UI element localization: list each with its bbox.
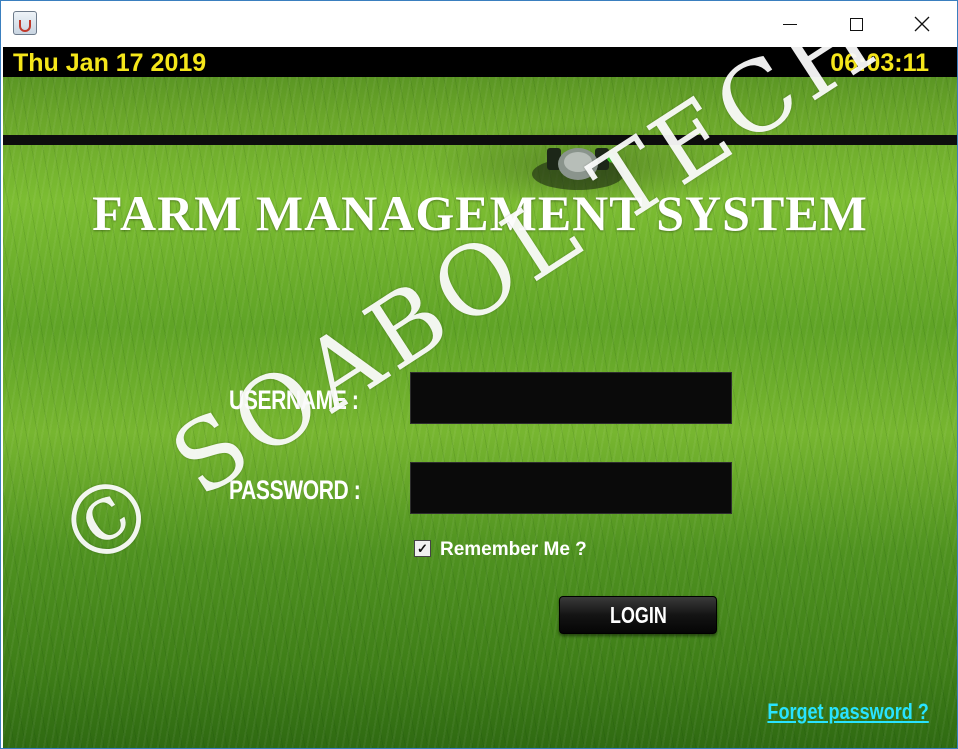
password-field[interactable] [410, 462, 732, 514]
header-divider [3, 135, 957, 145]
app-title: FARM MANAGEMENT SYSTEM [92, 185, 868, 241]
login-button-label: LOGIN [609, 601, 667, 628]
checkmark-icon: ✓ [417, 541, 428, 556]
tractor-image [532, 148, 624, 190]
date-label: Thu Jan 17 2019 [13, 49, 207, 77]
forgot-password-link[interactable]: Forget password ? [768, 699, 929, 725]
remember-me-label[interactable]: Remember Me ? [440, 539, 587, 561]
login-window: Thu Jan 17 2019 06:03:11 FARM MANAGEMENT… [0, 0, 958, 749]
minimize-button[interactable] [757, 1, 823, 47]
date-time-bar: Thu Jan 17 2019 06:03:11 [3, 47, 957, 77]
remember-me-checkbox[interactable]: ✓ [414, 540, 431, 557]
password-label: PASSWORD : [229, 475, 361, 505]
username-label: USERNAME : [229, 385, 359, 415]
login-button[interactable]: LOGIN [559, 596, 717, 634]
minimize-icon [783, 23, 797, 25]
title-bar[interactable] [1, 1, 957, 47]
username-field[interactable] [410, 372, 732, 424]
clock-label: 06:03:11 [830, 49, 929, 77]
maximize-icon [849, 17, 863, 31]
maximize-button[interactable] [823, 1, 889, 47]
login-panel: Thu Jan 17 2019 06:03:11 FARM MANAGEMENT… [3, 47, 957, 748]
close-button[interactable] [889, 1, 955, 47]
close-icon [914, 16, 930, 32]
java-cup-icon [13, 11, 37, 35]
